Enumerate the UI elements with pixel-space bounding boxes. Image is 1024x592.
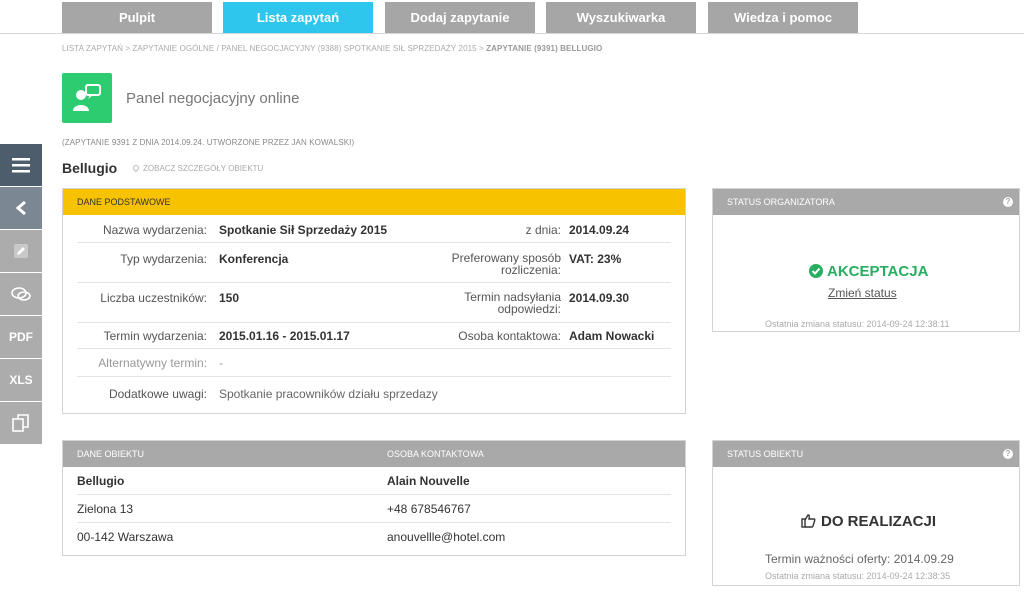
copy-icon <box>12 414 29 432</box>
object-data-panel: DANE OBIEKTU OSOBA KONTAKTOWA Bellugio A… <box>62 440 686 556</box>
help-icon[interactable]: ? <box>1003 197 1013 207</box>
check-circle-icon <box>809 264 823 278</box>
event-name-value: Spotkanie Sił Sprzedaży 2015 <box>219 223 388 237</box>
contact-label: Osoba kontaktowa: <box>458 329 561 343</box>
tab-lista-zapytan[interactable]: Lista zapytań <box>223 2 373 34</box>
object-name: Bellugio <box>77 474 125 488</box>
date-value: 2014.09.24 <box>569 223 630 237</box>
participants-label: Liczba uczestników: <box>100 291 207 305</box>
object-row-1 <box>77 467 671 495</box>
object-status-panel: STATUS OBIEKTU ? DO REALIZACJI Termin wa… <box>712 440 1020 586</box>
deadline-label-line2: odpowiedzi: <box>497 302 561 316</box>
contact-value: Adam Nowacki <box>569 329 655 343</box>
breadcrumb-path[interactable]: LISTA ZAPYTAŃ > ZAPYTANIE OGÓLNE / PANEL… <box>62 44 486 53</box>
object-status-text: DO REALIZACJI <box>821 513 937 530</box>
page-title: Panel negocjacyjny online <box>126 90 300 107</box>
request-info: (ZAPYTANIE 9391 Z DNIA 2014.09.24. UTWOR… <box>62 138 355 147</box>
deadline-label: Termin nadsyłania odpowiedzi: <box>464 291 561 315</box>
tab-dodaj-zapytanie[interactable]: Dodaj zapytanie <box>385 2 535 34</box>
organizer-status-title: STATUS ORGANIZATORA <box>727 197 835 207</box>
object-last-change: Ostatnia zmiana statusu: 2014-09-24 12:3… <box>765 571 951 581</box>
object-email[interactable]: anouvellle@hotel.com <box>387 530 505 544</box>
tab-wyszukiwarka[interactable]: Wyszukiwarka <box>546 2 696 34</box>
edit-button[interactable] <box>0 230 42 272</box>
breadcrumb: LISTA ZAPYTAŃ > ZAPYTANIE OGÓLNE / PANEL… <box>62 44 602 53</box>
see-object-details-link[interactable]: ZOBACZ SZCZEGÓŁY OBIEKTU <box>131 163 264 173</box>
object-status-title: STATUS OBIEKTU <box>727 449 804 459</box>
pencil-icon <box>14 244 28 258</box>
menu-icon <box>12 158 30 173</box>
copy-button[interactable] <box>0 402 42 444</box>
chat-icon <box>11 287 31 301</box>
object-data-header: DANE OBIEKTU OSOBA KONTAKTOWA <box>63 441 685 467</box>
organizer-status-header: STATUS ORGANIZATORA ? <box>713 189 1019 215</box>
help-icon[interactable]: ? <box>1003 449 1013 459</box>
organizer-last-change: Ostatnia zmiana statusu: 2014-09-24 12:3… <box>765 319 950 329</box>
deadline-value: 2014.09.30 <box>569 291 630 305</box>
object-city: 00-142 Warszawa <box>77 530 174 544</box>
contact-person-title: OSOBA KONTAKTOWA <box>387 449 484 459</box>
organizer-status-text: AKCEPTACJA <box>827 263 929 280</box>
object-row-2 <box>77 495 671 523</box>
alt-term-label: Alternatywny termin: <box>98 356 207 370</box>
tab-pulpit[interactable]: Pulpit <box>62 2 212 34</box>
object-street: Zielona 13 <box>77 502 134 516</box>
breadcrumb-current: ZAPYTANIE (9391) BELLUGIO <box>486 44 603 53</box>
event-term-value: 2015.01.16 - 2015.01.17 <box>219 329 350 343</box>
collapse-button[interactable] <box>0 187 42 229</box>
settlement-value: VAT: 23% <box>569 252 622 266</box>
object-status-value: DO REALIZACJI <box>801 513 936 530</box>
object-phone: +48 678546767 <box>387 502 471 516</box>
chevron-left-icon <box>15 200 26 216</box>
basic-data-header: DANE PODSTAWOWE <box>63 189 685 215</box>
see-details-label: ZOBACZ SZCZEGÓŁY OBIEKTU <box>143 164 264 173</box>
nav-divider <box>0 33 1024 34</box>
participants-value: 150 <box>219 291 240 305</box>
settlement-label-line2: rozliczenia: <box>500 263 561 277</box>
tab-wiedza-i-pomoc[interactable]: Wiedza i pomoc <box>708 2 858 34</box>
object-contact-name: Alain Nouvelle <box>387 474 470 488</box>
alt-term-value: - <box>219 356 223 370</box>
event-term-label: Termin wydarzenia: <box>103 329 207 343</box>
thumbs-up-icon <box>801 514 816 528</box>
event-name-label: Nazwa wydarzenia: <box>102 223 207 237</box>
date-label: z dnia: <box>525 223 561 237</box>
object-status-header: STATUS OBIEKTU ? <box>713 441 1019 467</box>
messages-button[interactable] <box>0 273 42 315</box>
notes-label: Dodatkowe uwagi: <box>108 387 207 401</box>
organizer-status-panel: STATUS ORGANIZATORA ? AKCEPTACJA Zmień s… <box>712 188 1020 332</box>
object-data-title: DANE OBIEKTU <box>77 449 145 459</box>
offer-validity: Termin ważności oferty: 2014.09.29 <box>765 552 954 566</box>
change-status-link[interactable]: Zmień status <box>828 286 897 300</box>
negotiation-panel-icon <box>62 73 112 123</box>
event-type-value: Konferencja <box>219 252 289 266</box>
notes-value: Spotkanie pracowników działu sprzedazy <box>219 387 438 401</box>
top-navigation: Pulpit Lista zapytań Dodaj zapytanie Wys… <box>0 0 1024 34</box>
export-xls-button[interactable]: XLS <box>0 359 42 401</box>
export-pdf-button[interactable]: PDF <box>0 316 42 358</box>
left-sidebar: PDF XLS <box>0 144 42 445</box>
map-pin-icon <box>131 163 141 173</box>
organizer-status-value: AKCEPTACJA <box>809 263 928 280</box>
settlement-label: Preferowany sposób rozliczenia: <box>452 252 561 276</box>
basic-data-panel: DANE PODSTAWOWE Nazwa wydarzenia: Spotka… <box>62 188 686 414</box>
hotel-name: Bellugio <box>62 160 118 176</box>
event-type-label: Typ wydarzenia: <box>120 252 207 266</box>
menu-button[interactable] <box>0 144 42 186</box>
